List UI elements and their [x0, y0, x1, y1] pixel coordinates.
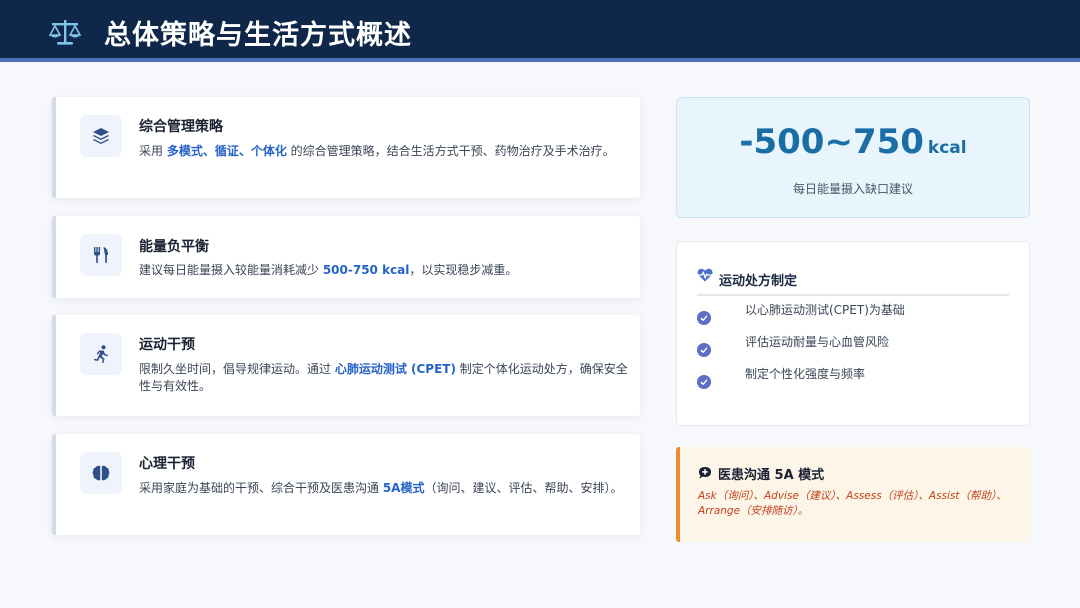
communication-5a-panel: 医患沟通 5A 模式 Ask（询问）、Advise（建议）、Assess（评估）… [676, 447, 1030, 542]
check-circle-icon [697, 343, 711, 357]
card-title: 运动干预 [139, 337, 195, 353]
check-circle-icon [697, 375, 711, 389]
running-icon [80, 333, 122, 375]
utensils-icon [80, 234, 122, 276]
card-description: 限制久坐时间，倡导规律运动。通过 心肺运动测试 (CPET) 制定个体化运动处方… [139, 362, 628, 393]
card-description: 采用 多模式、循证、个体化 的综合管理策略，结合生活方式干预、药物治疗及手术治疗… [139, 144, 615, 158]
energy-deficit-kpi: -500~750 kcal 每日能量摄入缺口建议 [676, 97, 1030, 218]
page-title: 总体策略与生活方式概述 [104, 20, 412, 51]
card-title: 心理干预 [139, 456, 195, 472]
layers-icon [80, 115, 122, 157]
list-item-text: 制定个性化强度与频率 [745, 367, 866, 381]
kpi-value: -500~750 kcal [739, 122, 967, 162]
list-item-text: 评估运动耐量与心血管风险 [745, 335, 890, 349]
comment-medical-icon [699, 467, 711, 479]
card-title: 综合管理策略 [139, 119, 223, 135]
panel-title: 运动处方制定 [719, 274, 798, 289]
check-circle-icon [697, 311, 711, 325]
slide-header: 总体策略与生活方式概述 [0, 0, 1080, 62]
heartbeat-icon [697, 268, 713, 282]
list-item-text: 以心肺运动测试(CPET)为基础 [745, 303, 905, 317]
card-description: 建议每日能量摄入较能量消耗减少 500-750 kcal，以实现稳步减重。 [139, 263, 518, 277]
balance-scale-icon [48, 20, 82, 45]
card-psychological-intervention: 心理干预 采用家庭为基础的干预、综合干预及医患沟通 5A模式（询问、建议、评估、… [52, 434, 640, 535]
panel-title: 医患沟通 5A 模式 [718, 468, 825, 483]
exercise-prescription-panel: 运动处方制定 以心肺运动测试(CPET)为基础 评估运动耐量与心血管风险 制定个… [676, 241, 1030, 426]
card-exercise-intervention: 运动干预 限制久坐时间，倡导规律运动。通过 心肺运动测试 (CPET) 制定个体… [52, 315, 640, 416]
panel-text: Ask（询问）、Advise（建议）、Assess（评估）、Assist（帮助）… [698, 490, 1007, 517]
card-description: 采用家庭为基础的干预、综合干预及医患沟通 5A模式（询问、建议、评估、帮助、安排… [139, 481, 623, 495]
panel-header: 运动处方制定 [697, 266, 1009, 296]
kpi-label: 每日能量摄入缺口建议 [792, 182, 913, 196]
card-comprehensive-strategy: 综合管理策略 采用 多模式、循证、个体化 的综合管理策略，结合生活方式干预、药物… [52, 97, 640, 198]
brain-icon [80, 452, 122, 494]
card-title: 能量负平衡 [139, 239, 209, 255]
card-energy-balance: 能量负平衡 建议每日能量摄入较能量消耗减少 500-750 kcal，以实现稳步… [52, 216, 640, 298]
kpi-unit: kcal [927, 138, 967, 158]
